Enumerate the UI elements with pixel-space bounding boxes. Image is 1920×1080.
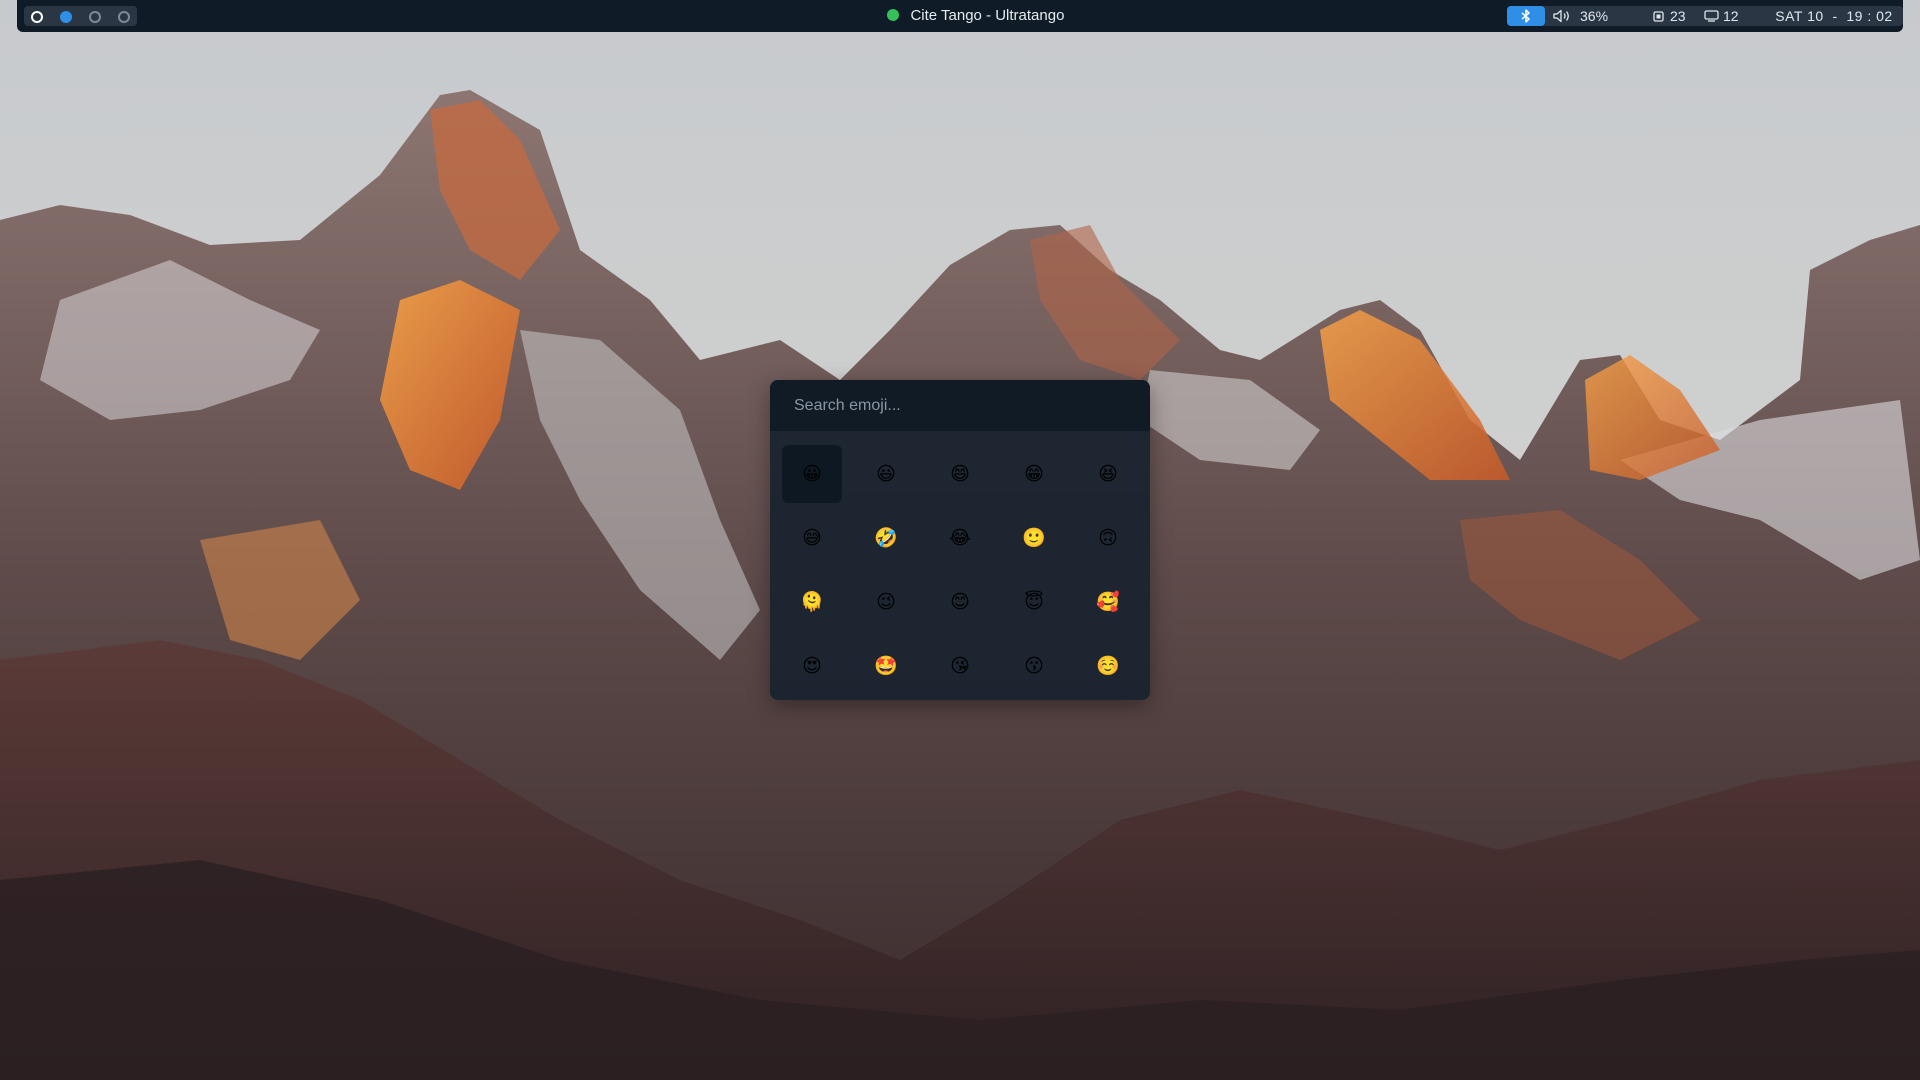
speaker-icon[interactable]	[1553, 9, 1571, 23]
emoji-cell[interactable]: 🙂	[1004, 509, 1064, 567]
emoji-cell[interactable]: 😁	[1004, 445, 1064, 503]
emoji-cell[interactable]: 😘	[930, 637, 990, 695]
volume-level: 36%	[1580, 8, 1609, 24]
emoji-picker: 😀😃😄😁😆 😅🤣😂🙂🙃 🫠😉😊😇🥰 😍🤩😘😗☺️	[770, 380, 1150, 700]
emoji-cell[interactable]: 😄	[930, 445, 990, 503]
search-bar	[770, 380, 1150, 431]
emoji-cell[interactable]: 😇	[1004, 573, 1064, 631]
emoji-cell[interactable]: 😃	[856, 445, 916, 503]
now-playing[interactable]: Cite Tango - Ultratango	[887, 7, 1064, 25]
top-bar: Cite Tango - Ultratango 36% 23 12 SAT 10…	[17, 0, 1903, 32]
system-stats: 23 12	[1641, 6, 1775, 26]
emoji-cell[interactable]: 😍	[782, 637, 842, 695]
emoji-cell[interactable]: 🤣	[856, 509, 916, 567]
desktop: Cite Tango - Ultratango 36% 23 12 SAT 10…	[0, 0, 1920, 1080]
emoji-cell[interactable]: 😅	[782, 509, 842, 567]
workspace-2-dot[interactable]	[60, 11, 72, 23]
emoji-cell[interactable]: 😉	[856, 573, 916, 631]
emoji-cell[interactable]: 🙃	[1078, 509, 1138, 567]
window-count: 12	[1723, 8, 1739, 24]
window-title: Cite Tango - Ultratango	[910, 7, 1065, 24]
emoji-cell[interactable]: 🫠	[782, 573, 842, 631]
workspace-4-dot[interactable]	[118, 11, 130, 23]
emoji-cell[interactable]: 😊	[930, 573, 990, 631]
bluetooth-button[interactable]	[1507, 6, 1545, 26]
workspace-1-dot[interactable]	[31, 11, 43, 23]
audio-module: 36%	[1507, 6, 1653, 26]
emoji-cell[interactable]: 😗	[1004, 637, 1064, 695]
workspace-switcher	[24, 6, 137, 26]
screen-icon	[1704, 10, 1719, 22]
emoji-cell[interactable]: 😆	[1078, 445, 1138, 503]
clock[interactable]: SAT 10 - 19 : 02	[1765, 6, 1903, 26]
emoji-cell[interactable]: 😂	[930, 509, 990, 567]
cpu-icon	[1653, 11, 1664, 22]
workspace-3-dot[interactable]	[89, 11, 101, 23]
emoji-cell[interactable]: 🤩	[856, 637, 916, 695]
spotify-icon	[887, 8, 899, 21]
bluetooth-icon	[1521, 9, 1530, 23]
emoji-grid: 😀 😃 😄 😁 😆 😅 🤣 😂 🙂 🙃 🫠 😉 😊 😇 🥰 😍 🤩 😘 😗 ☺️	[782, 445, 1138, 689]
search-input[interactable]	[794, 393, 1124, 419]
emoji-cell[interactable]: 😀	[782, 445, 842, 503]
emoji-cell[interactable]: 🥰	[1078, 573, 1138, 631]
cpu-usage: 23	[1670, 8, 1686, 24]
emoji-cell[interactable]: ☺️	[1078, 637, 1138, 695]
